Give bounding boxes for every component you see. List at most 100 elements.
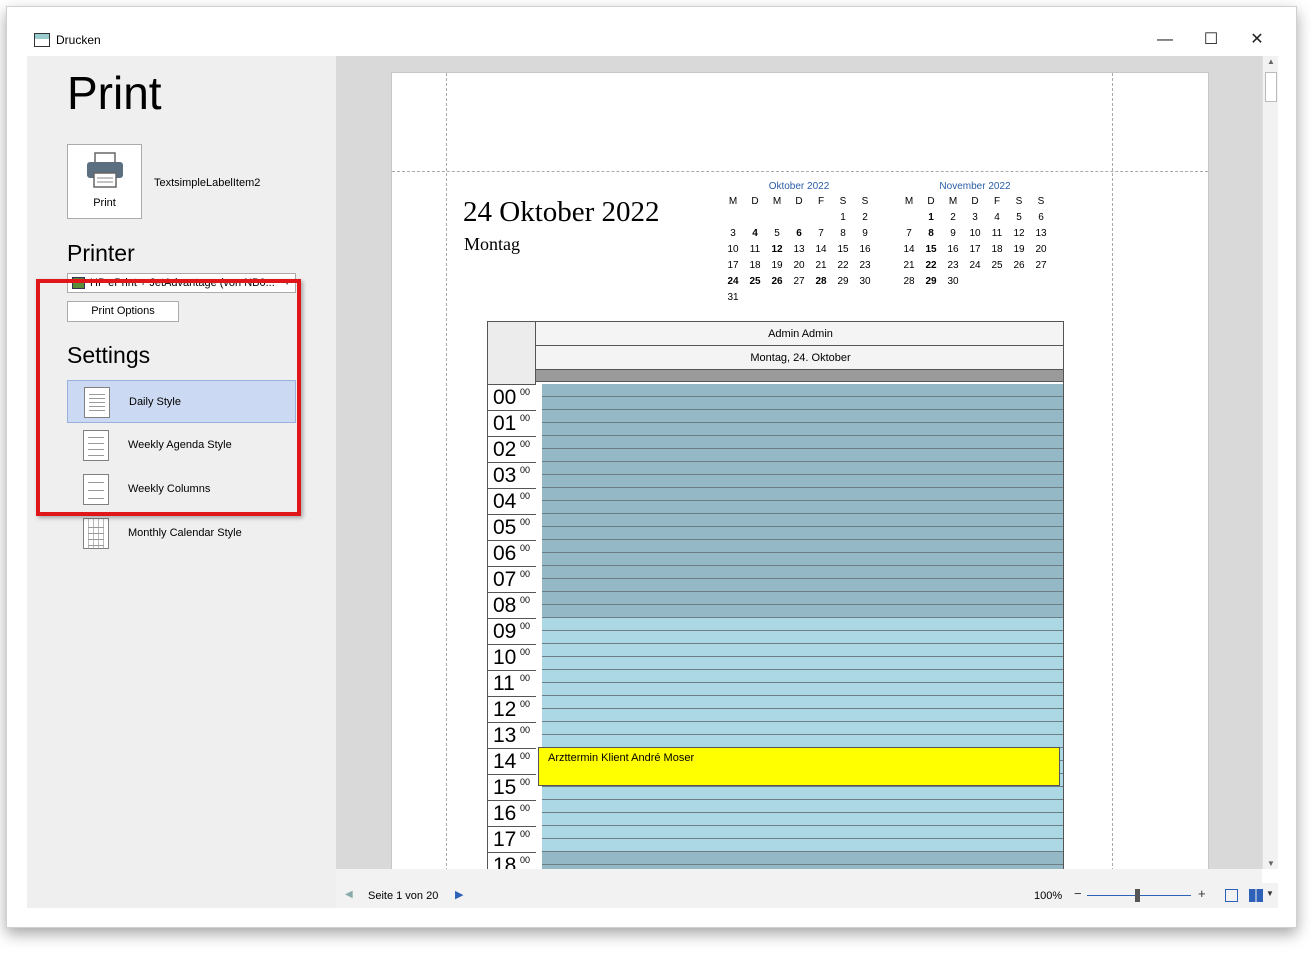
time-slot <box>542 475 1063 488</box>
previous-page-icon[interactable]: ◀ <box>345 889 353 900</box>
hour-number: 04 <box>493 490 517 513</box>
hour-label: 11 00 <box>488 670 536 696</box>
mini-calendar-day: 29 <box>925 276 937 287</box>
scroll-up-icon[interactable]: ▲ <box>1263 57 1279 66</box>
minimize-button[interactable]: — <box>1153 29 1177 51</box>
mini-calendar-day <box>722 210 744 226</box>
hour-label: 10 00 <box>488 644 536 670</box>
hour-number: 18 <box>493 854 517 869</box>
hour-label: 06 00 <box>488 540 536 566</box>
mini-calendar-day: 11 <box>749 244 761 255</box>
time-slot <box>542 670 1063 683</box>
mini-calendar-day: 30 <box>859 276 871 287</box>
mini-calendar-day: 26 <box>1013 260 1025 271</box>
printer-icon <box>87 152 123 188</box>
time-slot <box>542 605 1063 618</box>
print-button[interactable]: Print <box>67 144 142 219</box>
hour-number: 10 <box>493 646 517 669</box>
maximize-button[interactable]: ☐ <box>1199 29 1223 51</box>
time-slot <box>542 800 1063 813</box>
mini-calendar-weekday: F <box>817 196 825 207</box>
mini-calendar-day: 10 <box>727 244 739 255</box>
mini-calendar-weekday: S <box>861 196 869 207</box>
time-slot <box>542 579 1063 592</box>
mini-calendar-day: 5 <box>1016 212 1022 223</box>
mini-calendar-grid: M D M D F S S 1 2 3 4 5 6 7 8 9 10 11 12 13 14 15 16 17 18 19 20 21… <box>898 194 1052 290</box>
print-dialog-window: Drucken — ☐ ✕ Print Print TextsimpleLabe… <box>6 6 1297 928</box>
mini-calendar-day: 25 <box>991 260 1003 271</box>
mini-calendar-day: 9 <box>950 228 956 239</box>
mini-calendar-day: 2 <box>862 212 868 223</box>
mini-calendar-day <box>898 210 920 226</box>
mini-calendar-day: 17 <box>969 244 981 255</box>
hour-label: 13 00 <box>488 722 536 748</box>
hour-label: 07 00 <box>488 566 536 592</box>
mini-calendar-weekday: F <box>993 196 1001 207</box>
hour-label: 12 00 <box>488 696 536 722</box>
hour-minutes: 00 <box>520 439 531 449</box>
mini-calendar-day: 14 <box>903 244 915 255</box>
zoom-in-button[interactable]: + <box>1198 886 1206 901</box>
hour-label: 02 00 <box>488 436 536 462</box>
mini-calendar-day: 24 <box>969 260 981 271</box>
hour-label: 18 00 <box>488 852 536 869</box>
all-day-area <box>536 370 1063 382</box>
mini-calendar-day: 7 <box>818 228 824 239</box>
scroll-down-icon[interactable]: ▼ <box>1263 859 1279 868</box>
mini-calendar-day: 4 <box>752 228 758 239</box>
page-layout-icon[interactable] <box>1249 889 1263 902</box>
style-label: Monthly Calendar Style <box>128 527 242 539</box>
time-slot <box>542 488 1063 501</box>
close-button[interactable]: ✕ <box>1245 29 1269 51</box>
fit-page-icon[interactable] <box>1225 889 1238 902</box>
mini-calendar-day: 23 <box>859 260 871 271</box>
style-item-monthly-calendar[interactable]: Monthly Calendar Style <box>67 512 296 555</box>
mini-calendar-day: 31 <box>727 292 739 303</box>
hour-number: 05 <box>493 516 517 539</box>
settings-highlight-box <box>36 279 301 516</box>
time-slot <box>542 709 1063 722</box>
mini-calendar-day: 26 <box>771 276 783 287</box>
time-slot <box>542 397 1063 410</box>
mini-calendar-day <box>810 210 832 226</box>
mini-calendar-day: 20 <box>793 260 805 271</box>
mini-calendar-day: 28 <box>903 276 915 287</box>
hour-label: 16 00 <box>488 800 536 826</box>
chevron-down-icon[interactable]: ▼ <box>1266 889 1274 898</box>
mini-calendar-day: 15 <box>925 244 937 255</box>
time-slot <box>542 787 1063 800</box>
mini-calendar-day: 1 <box>928 212 934 223</box>
mini-calendar-day: 25 <box>749 276 761 287</box>
vertical-scrollbar[interactable]: ▲ ▼ <box>1262 56 1278 869</box>
status-bar: ◀ Seite 1 von 20 ▶ 100% − + ▼ <box>336 883 1278 908</box>
zoom-out-button[interactable]: − <box>1074 886 1082 901</box>
hour-number: 15 <box>493 776 517 799</box>
horizontal-scrollbar[interactable] <box>336 869 1262 883</box>
mini-calendar-day <box>744 210 766 226</box>
time-slot <box>542 449 1063 462</box>
next-page-icon[interactable]: ▶ <box>455 888 463 901</box>
hour-number: 01 <box>493 412 517 435</box>
mini-calendar-day: 4 <box>994 212 1000 223</box>
print-preview-area[interactable]: 24 Oktober 2022 Montag Oktober 2022 M D M D… <box>336 56 1262 869</box>
zoom-slider-thumb[interactable] <box>1135 889 1140 902</box>
time-slot <box>542 527 1063 540</box>
mini-calendar-weekday: S <box>1015 196 1023 207</box>
title-bar: Drucken — ☐ ✕ <box>7 7 1296 56</box>
printer-heading: Printer <box>67 240 135 266</box>
hour-number: 08 <box>493 594 517 617</box>
mini-calendar-day: 9 <box>862 228 868 239</box>
window-title: Drucken <box>56 33 101 47</box>
time-slot <box>542 683 1063 696</box>
mini-calendar-day: 1 <box>840 212 846 223</box>
mini-calendar-day: 18 <box>991 244 1003 255</box>
mini-calendar-weekday: D <box>927 196 935 207</box>
time-slot <box>542 410 1063 423</box>
mini-calendar-day: 13 <box>793 244 805 255</box>
scroll-thumb[interactable] <box>1265 72 1277 102</box>
hour-label: 17 00 <box>488 826 536 852</box>
mini-calendar-day: 21 <box>815 260 827 271</box>
appointment: Arzttermin Klient André Moser <box>538 747 1060 786</box>
mini-calendar-weekday: S <box>839 196 847 207</box>
time-slot <box>542 631 1063 644</box>
